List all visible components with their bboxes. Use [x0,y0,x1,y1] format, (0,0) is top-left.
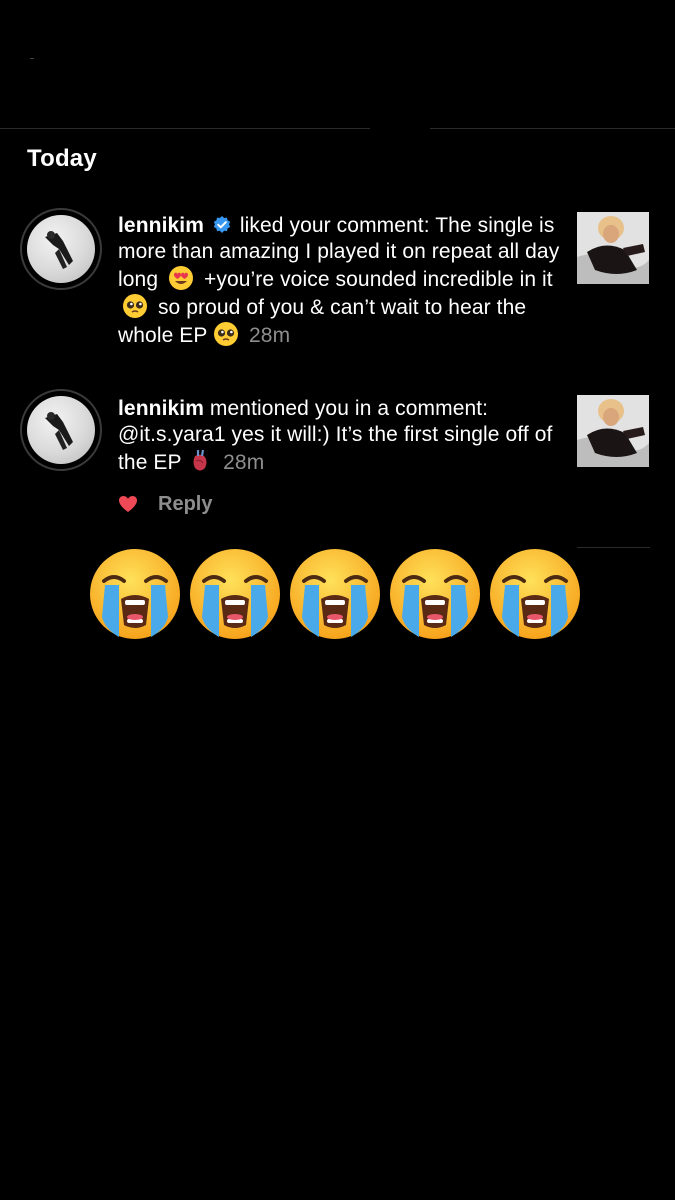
status-mark [30,58,34,59]
comment-actions: Reply [118,490,212,518]
post-thumbnail[interactable] [577,212,649,284]
avatar-image-icon [45,412,73,450]
avatar [27,396,95,464]
notification-message-3: so proud of you & can’t wait to hear the… [118,296,527,347]
pleading-face-emoji-icon [123,294,147,318]
divider [0,128,675,129]
section-title: Today [27,145,97,172]
loudly-crying-face-icon [190,549,280,639]
reply-button[interactable]: Reply [158,493,212,516]
notification-text: lennikim mentioned you in a comment: @it… [118,396,563,476]
username[interactable]: lennikim [118,214,204,237]
loudly-crying-face-icon [390,549,480,639]
notification-message-2: +you’re voice sounded incredible in it [203,268,553,291]
divider [577,547,650,548]
verified-badge-icon [213,216,231,233]
timestamp: 28m [223,451,265,474]
username[interactable]: lennikim [118,397,204,420]
avatar [27,215,95,283]
timestamp: 28m [249,324,291,347]
heart-eyes-emoji-icon [169,266,194,290]
notification-text: lennikim liked your comment: The single … [118,213,563,349]
divider-gap [370,124,430,132]
loudly-crying-face-icon [90,549,180,639]
avatar-image-icon [45,231,73,269]
post-image-icon [577,212,649,284]
loudly-crying-face-icon [290,549,380,639]
loudly-crying-face-icon [490,549,580,639]
avatar-ring[interactable] [20,208,102,290]
avatar-ring[interactable] [20,389,102,471]
post-image-icon [577,395,649,467]
heart-icon[interactable] [118,495,138,513]
reaction-emojis [88,547,582,641]
anatomical-heart-emoji-icon [193,449,207,471]
pleading-face-emoji-icon [214,322,239,346]
post-thumbnail[interactable] [577,395,649,467]
